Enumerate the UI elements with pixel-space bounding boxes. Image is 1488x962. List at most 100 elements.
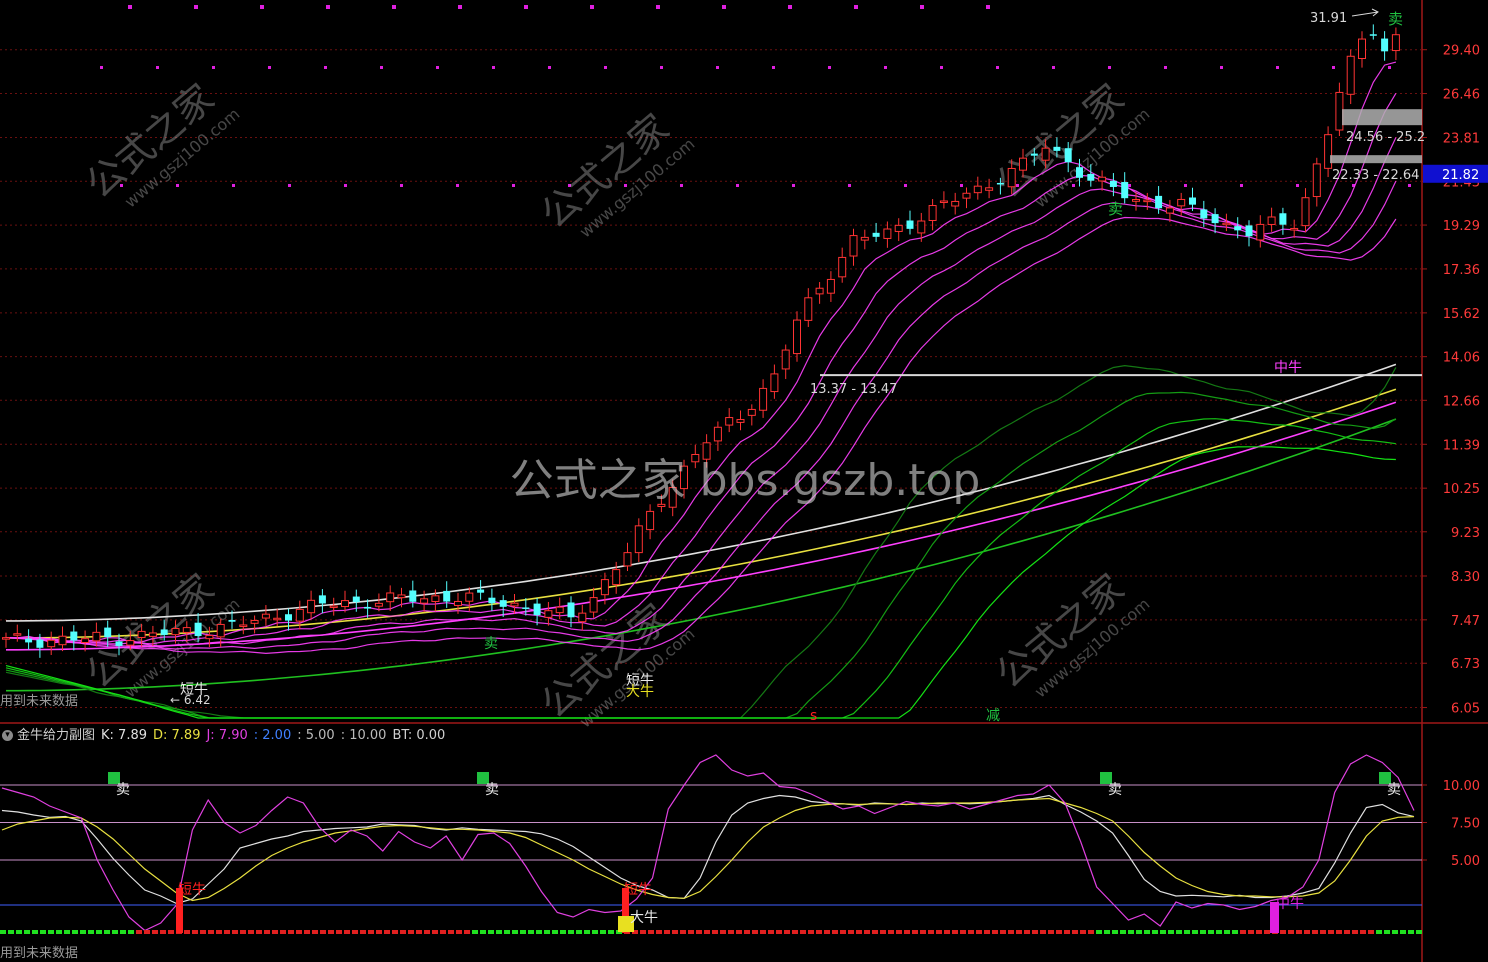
candle-body-down: [228, 619, 236, 622]
dot-row-mark: [904, 184, 907, 187]
candle-body-up: [600, 579, 609, 596]
candle-body-down: [1369, 34, 1377, 36]
sub-baseline-dash: [216, 930, 222, 934]
sub-tick-label: 10.00: [1443, 779, 1480, 794]
range-label: 22.33 - 22.64: [1332, 168, 1419, 183]
candle-body-up: [397, 594, 406, 599]
sub-baseline-dash: [408, 930, 414, 934]
sub-indicator-chart[interactable]: 10.00 7.50 5.00 卖 卖 卖 卖短牛 短牛大牛 中牛: [0, 754, 1480, 934]
dot-row-mark: [232, 184, 235, 187]
candle-body-up: [939, 200, 948, 203]
dot-row-mark: [512, 184, 515, 187]
sub-baseline-dash: [832, 930, 838, 934]
ma-short-ribbon-line: [5, 61, 1397, 644]
s-mark-label: s: [810, 708, 817, 724]
sub-baseline-dash: [920, 930, 926, 934]
candle-body-up: [623, 552, 632, 567]
sub-baseline-dash: [144, 930, 150, 934]
sub-baseline-dash: [656, 930, 662, 934]
candle-body-up: [793, 319, 801, 355]
dot-row-mark: [1332, 66, 1335, 69]
sub-baseline-dash: [64, 930, 70, 934]
candle-body-up: [770, 373, 779, 393]
ma-long-ribbon-line: [5, 391, 1397, 719]
sub-sell-label: 卖: [485, 782, 499, 798]
candle-body-up: [1019, 157, 1027, 171]
indicator-name[interactable]: 金牛给力副图: [17, 728, 95, 743]
candle-body-down: [1155, 195, 1163, 209]
k-value: K: 7.89: [101, 728, 147, 743]
sub-baseline-dash: [224, 930, 230, 934]
dot-row-mark: [604, 66, 607, 69]
candle-body-up: [13, 633, 22, 636]
candle-body-up: [1132, 199, 1140, 202]
candle-body-up: [985, 187, 994, 191]
sub-baseline-dash: [1320, 930, 1326, 934]
candle-body-up: [386, 592, 395, 603]
sub-baseline-dash: [464, 930, 470, 934]
stock-chart-window: 公式之家 www.gszj100.com 公式之家 www.gszj100.com 公式…: [0, 0, 1488, 962]
sub-baseline-dash: [1344, 930, 1350, 934]
big-bull-label: 大牛: [626, 684, 654, 700]
sub-baseline-dash: [1384, 930, 1390, 934]
sub-baseline-dash: [864, 930, 870, 934]
sub-baseline-dash: [584, 930, 590, 934]
sub-baseline-dash: [904, 930, 910, 934]
sub-baseline-dash: [192, 930, 198, 934]
candle-body-up: [725, 417, 734, 426]
top-indicator-dot: [326, 5, 330, 9]
sub-baseline-dash: [456, 930, 462, 934]
sub-sell-label: 卖: [1108, 782, 1122, 798]
sub-baseline-dash: [1160, 930, 1166, 934]
signal-label-layer: 13.37 - 13.47 24.56 - 25.2 22.33 - 22.64 31…: [170, 8, 1425, 724]
sub-baseline-dash: [280, 930, 286, 934]
candle-body-down: [996, 182, 1004, 185]
price-tick-label: 9.23: [1451, 526, 1480, 541]
dot-row-mark: [660, 66, 663, 69]
candle-body-down: [522, 607, 530, 609]
candle-body-up: [1346, 55, 1355, 95]
sub-baseline-dash: [736, 930, 742, 934]
candle-body-down: [533, 603, 541, 616]
candle-body-up: [578, 612, 587, 623]
candle-body-up: [612, 569, 621, 586]
candle-body-up: [1312, 163, 1321, 198]
dot-row-mark: [492, 66, 495, 69]
sub-baseline-dash: [96, 930, 102, 934]
candle-body-up: [431, 595, 440, 602]
candle-body-up: [1143, 199, 1152, 203]
candle-body-up: [374, 602, 383, 607]
sub-baseline-dash: [1032, 930, 1038, 934]
candle-body-down: [1381, 38, 1389, 52]
sub-baseline-dash: [792, 930, 798, 934]
sub-baseline-dash: [120, 930, 126, 934]
dot-row-mark: [212, 66, 215, 69]
sub-baseline-dash: [1376, 930, 1382, 934]
candle-body-down: [352, 596, 360, 603]
main-kline-chart[interactable]: 公式之家www.gszj100.com 公式之家www.gszj100.com 公式…: [0, 0, 1488, 962]
sub-baseline-dash: [1336, 930, 1342, 934]
sub-baseline-dash: [1392, 930, 1398, 934]
sub-baseline-dash: [312, 930, 318, 934]
candle-body-up: [646, 510, 655, 531]
dot-row-mark: [1240, 184, 1243, 187]
sub-baseline-dash: [16, 930, 22, 934]
sub-baseline-dash: [664, 930, 670, 934]
sub-baseline-dash: [1088, 930, 1094, 934]
candle-body-up: [420, 598, 429, 604]
candle-body-down: [1087, 173, 1095, 181]
collapse-icon[interactable]: ▾: [2, 730, 13, 741]
dot-row-mark: [1408, 184, 1411, 187]
candle-body-up: [182, 627, 191, 633]
sub-baseline-dash: [728, 930, 734, 934]
sub-baseline-dash: [232, 930, 238, 934]
candle-body-up: [137, 630, 146, 638]
top-indicator-dot: [920, 5, 924, 9]
dot-row-mark: [884, 66, 887, 69]
sub-short-bull-label: 短牛: [624, 882, 652, 898]
sub-baseline-dash: [672, 930, 678, 934]
sub-baseline-dash: [1168, 930, 1174, 934]
candle-body-down: [1121, 182, 1129, 199]
dot-row-mark: [1128, 184, 1131, 187]
sub-indicator-header: ▾ 金牛给力副图 K: 7.89 D: 7.89 J: 7.90: 2.00: 5.00…: [0, 726, 451, 746]
